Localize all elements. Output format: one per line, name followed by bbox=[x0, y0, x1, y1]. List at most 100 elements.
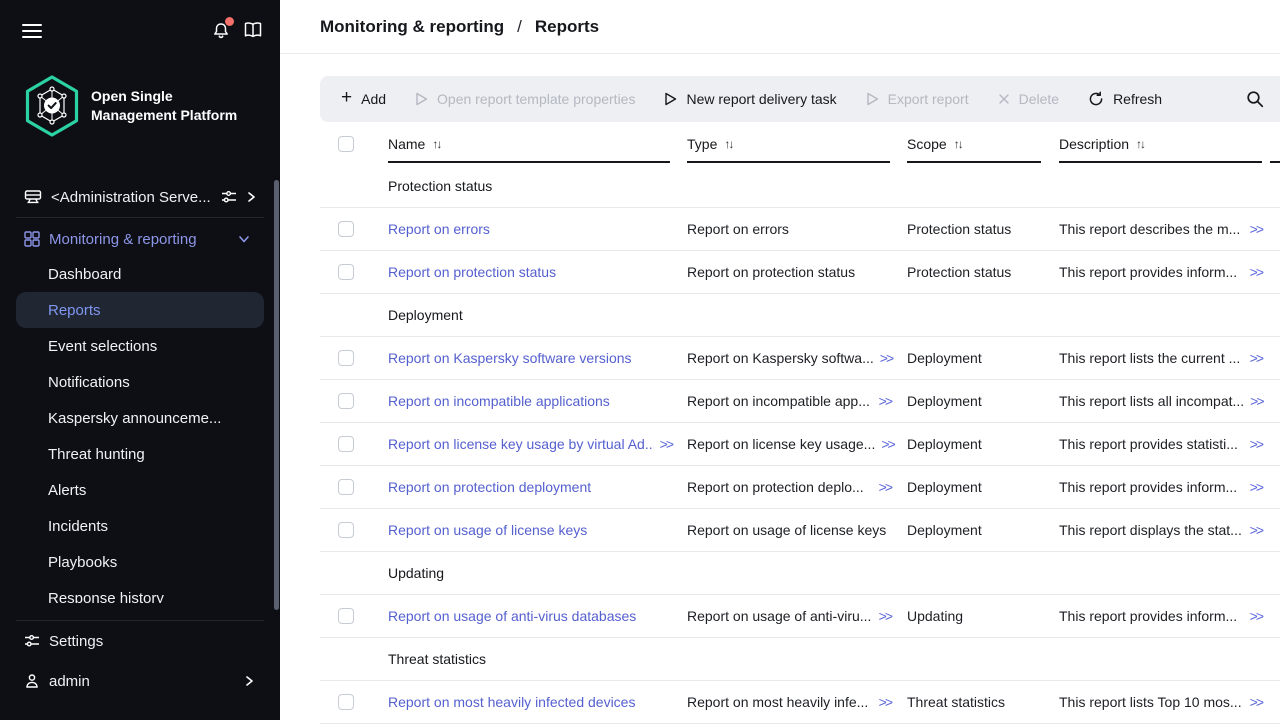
sidebar-item-threat-hunting[interactable]: Threat hunting bbox=[16, 436, 264, 472]
sidebar-item-admin[interactable]: admin bbox=[0, 667, 280, 695]
table-row: Report on incompatible applications Repo… bbox=[320, 380, 1280, 423]
chevron-right-icon[interactable] bbox=[247, 191, 256, 203]
sidebar-item-label: Settings bbox=[49, 633, 103, 650]
hamburger-menu-icon[interactable] bbox=[22, 24, 42, 38]
sidebar-item-event-selections[interactable]: Event selections bbox=[16, 328, 264, 364]
type-expand-icon[interactable]: >> bbox=[880, 350, 892, 366]
report-name-link[interactable]: Report on errors bbox=[388, 221, 490, 237]
row-checkbox[interactable] bbox=[338, 694, 354, 710]
description-expand-icon[interactable]: >> bbox=[1250, 479, 1262, 495]
sliders-icon bbox=[24, 633, 40, 649]
column-header-description[interactable]: Description↑↓ bbox=[1059, 125, 1268, 163]
sidebar-item-administration-server[interactable]: <Administration Serve... bbox=[0, 184, 280, 210]
sort-icon: ↑↓ bbox=[724, 137, 732, 151]
report-scope-text: Deployment bbox=[907, 350, 982, 366]
table-row: Report on errors Report on errors Protec… bbox=[320, 208, 1280, 251]
type-expand-icon[interactable]: >> bbox=[879, 479, 891, 495]
breadcrumb: Monitoring & reporting / Reports bbox=[280, 0, 1280, 54]
description-expand-icon[interactable]: >> bbox=[1250, 608, 1262, 624]
sidebar-item-reports[interactable]: Reports bbox=[16, 292, 264, 328]
report-name-link[interactable]: Report on incompatible applications bbox=[388, 393, 610, 409]
description-expand-icon[interactable]: >> bbox=[1250, 393, 1262, 409]
row-checkbox[interactable] bbox=[338, 350, 354, 366]
group-row: Threat statistics bbox=[320, 638, 1280, 681]
report-name-link[interactable]: Report on protection status bbox=[388, 264, 556, 280]
table-header: Name↑↓ Type↑↓ Scope↑↓ Description↑↓ bbox=[320, 125, 1280, 163]
group-label: Protection status bbox=[388, 178, 492, 194]
table-row: Report on protection status Report on pr… bbox=[320, 251, 1280, 294]
row-checkbox[interactable] bbox=[338, 221, 354, 237]
description-expand-icon[interactable]: >> bbox=[1250, 436, 1262, 452]
report-name-link[interactable]: Report on usage of license keys bbox=[388, 522, 587, 538]
type-expand-icon[interactable]: >> bbox=[879, 393, 891, 409]
table-row: Report on Kaspersky software versions Re… bbox=[320, 337, 1280, 380]
select-all-checkbox[interactable] bbox=[338, 136, 354, 152]
table-row: Report on usage of license keys Report o… bbox=[320, 509, 1280, 552]
sidebar-item-label: Monitoring & reporting bbox=[49, 231, 197, 248]
breadcrumb-parent[interactable]: Monitoring & reporting bbox=[320, 17, 504, 37]
sidebar-item-label: Notifications bbox=[48, 374, 130, 391]
sidebar-item-incidents[interactable]: Incidents bbox=[16, 508, 264, 544]
description-expand-icon[interactable]: >> bbox=[1250, 350, 1262, 366]
column-header-scope[interactable]: Scope↑↓ bbox=[907, 125, 1059, 163]
report-scope-text: Deployment bbox=[907, 393, 982, 409]
delete-button: Delete bbox=[998, 91, 1059, 107]
notifications-bell-icon[interactable] bbox=[211, 21, 231, 41]
add-button[interactable]: + Add bbox=[341, 91, 386, 107]
report-name-link[interactable]: Report on most heavily infected devices bbox=[388, 694, 635, 710]
sidebar-item-kaspersky-announceme[interactable]: Kaspersky announceme... bbox=[16, 400, 264, 436]
description-expand-icon[interactable]: >> bbox=[1250, 522, 1262, 538]
report-name-link[interactable]: Report on license key usage by virtual A… bbox=[388, 436, 654, 452]
row-checkbox[interactable] bbox=[338, 436, 354, 452]
chevron-right-icon[interactable] bbox=[245, 675, 254, 687]
description-expand-icon[interactable]: >> bbox=[1250, 264, 1262, 280]
sidebar-item-monitoring-reporting[interactable]: Monitoring & reporting bbox=[0, 225, 280, 253]
table-body: Protection status Report on errors Repor… bbox=[320, 165, 1280, 724]
type-expand-icon[interactable]: >> bbox=[881, 436, 893, 452]
sidebar-item-label: Kaspersky announceme... bbox=[48, 410, 221, 427]
chevron-down-icon[interactable] bbox=[238, 233, 250, 245]
sidebar-scrollbar[interactable] bbox=[274, 180, 279, 610]
row-checkbox[interactable] bbox=[338, 393, 354, 409]
toolbar: + Add Open report template properties Ne… bbox=[320, 76, 1280, 122]
sidebar-item-label: Dashboard bbox=[48, 266, 121, 283]
row-checkbox[interactable] bbox=[338, 522, 354, 538]
sidebar-item-settings[interactable]: Settings bbox=[0, 627, 280, 655]
sidebar-item-playbooks[interactable]: Playbooks bbox=[16, 544, 264, 580]
export-report-button: Export report bbox=[866, 91, 969, 107]
row-checkbox[interactable] bbox=[338, 264, 354, 280]
refresh-button[interactable]: Refresh bbox=[1088, 91, 1162, 107]
search-icon[interactable] bbox=[1246, 90, 1264, 108]
sidebar-divider bbox=[16, 217, 264, 218]
type-expand-icon[interactable]: >> bbox=[879, 608, 891, 624]
sidebar-item-label: Event selections bbox=[48, 338, 157, 355]
description-expand-icon[interactable]: >> bbox=[1250, 694, 1262, 710]
column-header-name[interactable]: Name↑↓ bbox=[388, 125, 687, 163]
reports-table: Name↑↓ Type↑↓ Scope↑↓ Description↑↓ Prot… bbox=[320, 125, 1280, 724]
sliders-icon[interactable] bbox=[221, 189, 237, 205]
report-name-link[interactable]: Report on usage of anti-virus databases bbox=[388, 608, 636, 624]
row-checkbox[interactable] bbox=[338, 479, 354, 495]
sidebar-item-alerts[interactable]: Alerts bbox=[16, 472, 264, 508]
report-type-text: Report on protection deplo... bbox=[687, 479, 864, 495]
name-expand-icon[interactable]: >> bbox=[660, 436, 672, 452]
report-scope-text: Protection status bbox=[907, 264, 1011, 280]
breadcrumb-separator: / bbox=[517, 17, 522, 37]
type-expand-icon[interactable]: >> bbox=[879, 694, 891, 710]
table-row: Report on usage of anti-virus databases … bbox=[320, 595, 1280, 638]
column-header-type[interactable]: Type↑↓ bbox=[687, 125, 907, 163]
description-expand-icon[interactable]: >> bbox=[1250, 221, 1262, 237]
close-icon bbox=[998, 93, 1010, 105]
sidebar-item-label: Threat hunting bbox=[48, 446, 145, 463]
sidebar-item-response-history[interactable]: Response history bbox=[16, 580, 264, 603]
report-name-link[interactable]: Report on Kaspersky software versions bbox=[388, 350, 632, 366]
report-name-link[interactable]: Report on protection deployment bbox=[388, 479, 591, 495]
row-checkbox[interactable] bbox=[338, 608, 354, 624]
report-description-text: This report displays the stat... bbox=[1059, 522, 1242, 538]
notification-dot bbox=[225, 17, 234, 26]
sidebar-item-notifications[interactable]: Notifications bbox=[16, 364, 264, 400]
sidebar-item-dashboard[interactable]: Dashboard bbox=[16, 256, 264, 292]
new-report-delivery-task-button[interactable]: New report delivery task bbox=[664, 91, 836, 107]
report-type-text: Report on incompatible app... bbox=[687, 393, 870, 409]
documentation-book-icon[interactable] bbox=[243, 21, 263, 39]
